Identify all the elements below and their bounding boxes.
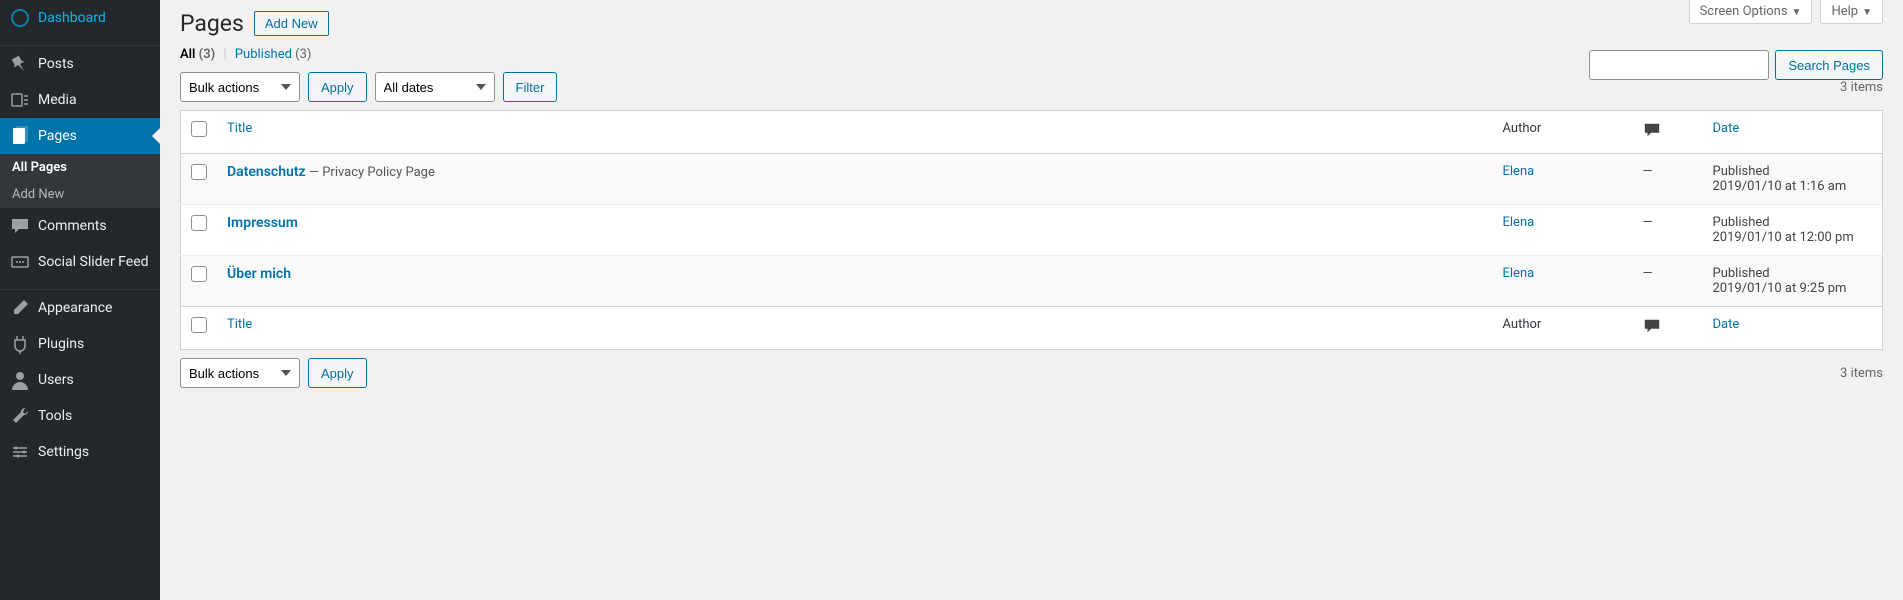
sidebar-item-posts[interactable]: Posts: [0, 46, 160, 82]
filter-all[interactable]: All (3): [180, 47, 215, 62]
row-checkbox[interactable]: [191, 215, 207, 231]
admin-sidebar: Dashboard Posts Media Pages All Pages Ad…: [0, 0, 160, 600]
pages-table: Title Author Date Datenschutz — Privacy …: [180, 110, 1883, 350]
col-date-header[interactable]: Date: [1703, 111, 1883, 154]
plug-icon: [10, 334, 30, 354]
items-count: 3 items: [1840, 80, 1883, 95]
row-checkbox[interactable]: [191, 164, 207, 180]
row-comments: —: [1633, 154, 1703, 205]
table-row: Impressum Elena — Published2019/01/10 at…: [181, 205, 1883, 256]
row-title-link[interactable]: Über mich: [227, 266, 291, 282]
col-comments-header[interactable]: [1633, 111, 1703, 154]
row-author-link[interactable]: Elena: [1503, 215, 1535, 230]
date-filter-select[interactable]: All dates: [375, 72, 495, 102]
comment-icon: [1643, 324, 1661, 339]
filter-button[interactable]: Filter: [503, 72, 558, 102]
settings-icon: [10, 442, 30, 462]
sidebar-label: Pages: [38, 128, 77, 144]
row-date: Published2019/01/10 at 12:00 pm: [1703, 205, 1883, 256]
media-icon: [10, 90, 30, 110]
select-all-checkbox-bottom[interactable]: [191, 317, 207, 333]
bulk-apply-button-bottom[interactable]: Apply: [308, 358, 367, 388]
sidebar-label: Dashboard: [38, 10, 106, 26]
sidebar-item-social-slider[interactable]: Social Slider Feed: [0, 244, 160, 280]
select-all-checkbox[interactable]: [191, 121, 207, 137]
col-title-footer[interactable]: Title: [217, 307, 1493, 350]
bulk-actions-select-bottom[interactable]: Bulk actions: [180, 358, 300, 388]
sidebar-item-pages[interactable]: Pages: [0, 118, 160, 154]
items-count-bottom: 3 items: [1840, 366, 1883, 381]
page-title: Pages: [180, 10, 244, 37]
sidebar-label: Media: [38, 92, 77, 108]
sidebar-label: Posts: [38, 56, 74, 72]
row-title-link[interactable]: Impressum: [227, 215, 298, 231]
col-comments-footer[interactable]: [1633, 307, 1703, 350]
brush-icon: [10, 298, 30, 318]
table-row: Datenschutz — Privacy Policy Page Elena …: [181, 154, 1883, 205]
row-date: Published2019/01/10 at 1:16 am: [1703, 154, 1883, 205]
row-author-link[interactable]: Elena: [1503, 164, 1535, 179]
sidebar-label: Social Slider Feed: [38, 254, 149, 270]
row-comments: —: [1633, 205, 1703, 256]
row-date: Published2019/01/10 at 9:25 pm: [1703, 256, 1883, 307]
comment-icon: [1643, 128, 1661, 143]
screen-options-tab[interactable]: Screen Options▼: [1689, 0, 1813, 24]
comment-icon: [10, 216, 30, 236]
row-author-link[interactable]: Elena: [1503, 266, 1535, 281]
sidebar-label: Tools: [38, 408, 72, 424]
sidebar-submenu: All Pages Add New: [0, 154, 160, 208]
sidebar-item-appearance[interactable]: Appearance: [0, 290, 160, 326]
pin-icon: [10, 54, 30, 74]
row-checkbox[interactable]: [191, 266, 207, 282]
add-new-button[interactable]: Add New: [254, 11, 329, 36]
col-author-header: Author: [1493, 111, 1633, 154]
sidebar-item-media[interactable]: Media: [0, 82, 160, 118]
sidebar-item-tools[interactable]: Tools: [0, 398, 160, 434]
bulk-actions-select[interactable]: Bulk actions: [180, 72, 300, 102]
col-date-footer[interactable]: Date: [1703, 307, 1883, 350]
sidebar-sub-all-pages[interactable]: All Pages: [0, 154, 160, 181]
sidebar-item-users[interactable]: Users: [0, 362, 160, 398]
sidebar-item-plugins[interactable]: Plugins: [0, 326, 160, 362]
help-tab[interactable]: Help▼: [1820, 0, 1883, 24]
col-title-header[interactable]: Title: [217, 111, 1493, 154]
slider-icon: [10, 252, 30, 272]
user-icon: [10, 370, 30, 390]
dashboard-icon: [10, 8, 30, 28]
sidebar-label: Appearance: [38, 300, 112, 316]
bulk-apply-button[interactable]: Apply: [308, 72, 367, 102]
filter-published[interactable]: Published (3): [235, 47, 312, 62]
row-comments: —: [1633, 256, 1703, 307]
row-note: — Privacy Policy Page: [306, 165, 435, 180]
table-row: Über mich Elena — Published2019/01/10 at…: [181, 256, 1883, 307]
sidebar-sub-add-new[interactable]: Add New: [0, 181, 160, 208]
main-content: Screen Options▼ Help▼ Pages Add New All …: [160, 0, 1903, 600]
wrench-icon: [10, 406, 30, 426]
sidebar-item-settings[interactable]: Settings: [0, 434, 160, 470]
page-icon: [10, 126, 30, 146]
col-author-footer: Author: [1493, 307, 1633, 350]
sidebar-label: Plugins: [38, 336, 84, 352]
sidebar-item-comments[interactable]: Comments: [0, 208, 160, 244]
sidebar-label: Settings: [38, 444, 89, 460]
sidebar-item-dashboard[interactable]: Dashboard: [0, 0, 160, 36]
sidebar-label: Users: [38, 372, 74, 388]
chevron-down-icon: ▼: [1862, 7, 1872, 18]
row-title-link[interactable]: Datenschutz: [227, 164, 306, 180]
chevron-down-icon: ▼: [1792, 7, 1802, 18]
sidebar-label: Comments: [38, 218, 107, 234]
